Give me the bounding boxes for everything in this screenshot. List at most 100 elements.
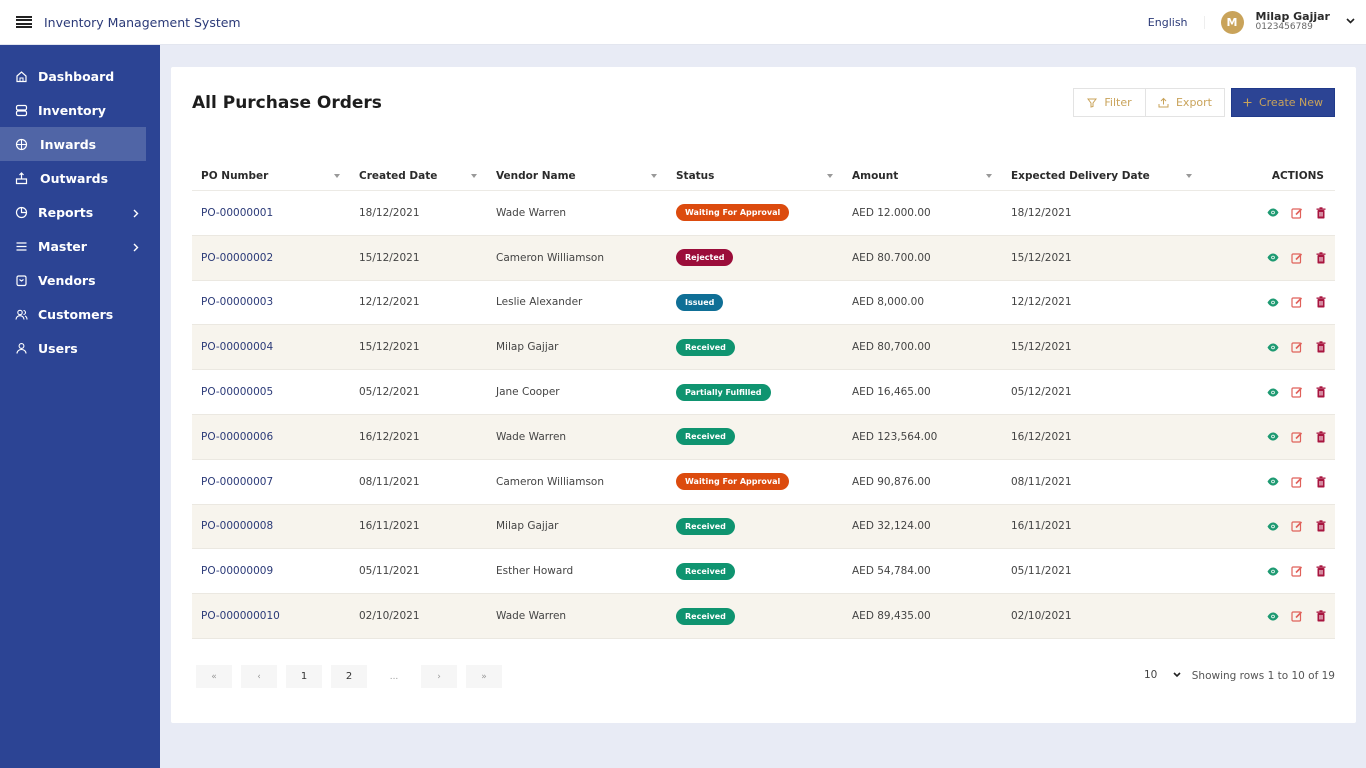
- view-icon[interactable]: [1266, 520, 1279, 533]
- amount: AED 32,124.00: [852, 520, 931, 533]
- sort-icon[interactable]: [827, 174, 833, 178]
- view-icon[interactable]: [1266, 296, 1279, 309]
- table-row[interactable]: PO-00000007 08/11/2021 Cameron Williamson W…: [192, 460, 1335, 505]
- edit-icon[interactable]: [1290, 251, 1303, 264]
- delete-icon[interactable]: [1314, 341, 1327, 354]
- sort-icon[interactable]: [651, 174, 657, 178]
- delete-icon[interactable]: [1314, 565, 1327, 578]
- po-number-link[interactable]: PO-000000010: [201, 610, 280, 622]
- po-number-link[interactable]: PO-00000005: [201, 386, 273, 398]
- sidebar-item-dashboard[interactable]: Dashboard: [0, 59, 160, 93]
- po-number-link[interactable]: PO-00000004: [201, 341, 273, 353]
- delete-icon[interactable]: [1314, 430, 1327, 443]
- hamburger-menu-icon[interactable]: [16, 16, 32, 28]
- table-row[interactable]: PO-00000005 05/12/2021 Jane Cooper Partiall…: [192, 370, 1335, 415]
- pagination: « ‹ 1 2 ... › »: [196, 665, 502, 688]
- user-info[interactable]: Milap Gajjar 0123456789: [1256, 10, 1330, 33]
- sidebar-item-label: Reports: [38, 204, 94, 220]
- status-badge: Issued: [676, 293, 724, 311]
- table-row[interactable]: PO-00000001 18/12/2021 Wade Warren Waiting …: [192, 191, 1335, 236]
- amount: AED 80.700.00: [852, 251, 931, 264]
- create-new-button[interactable]: Create New: [1231, 88, 1335, 117]
- sidebar-item-vendors[interactable]: Vendors: [0, 263, 160, 297]
- table-row[interactable]: PO-00000004 15/12/2021 Milap Gajjar Receive…: [192, 325, 1335, 371]
- next-page-button[interactable]: ›: [421, 665, 457, 688]
- table-row[interactable]: PO-00000008 16/11/2021 Milap Gajjar Receive…: [192, 504, 1335, 550]
- view-icon[interactable]: [1266, 206, 1279, 219]
- avatar[interactable]: M: [1220, 10, 1244, 34]
- vendor-name: Leslie Alexander: [496, 296, 583, 309]
- last-page-button[interactable]: »: [466, 665, 502, 688]
- export-button[interactable]: Export: [1146, 88, 1225, 117]
- po-number-link[interactable]: PO-00000003: [201, 296, 273, 308]
- po-number-link[interactable]: PO-00000006: [201, 431, 273, 443]
- delete-icon[interactable]: [1314, 475, 1327, 488]
- amount: AED 8,000.00: [852, 296, 924, 309]
- sidebar-item-reports[interactable]: Reports: [0, 195, 160, 229]
- table-row[interactable]: PO-00000003 12/12/2021 Leslie Alexander Iss…: [192, 281, 1335, 326]
- po-number-link[interactable]: PO-00000007: [201, 476, 273, 488]
- po-number-link[interactable]: PO-00000009: [201, 565, 273, 577]
- sidebar-item-inventory[interactable]: Inventory: [0, 93, 160, 127]
- sidebar-item-customers[interactable]: Customers: [0, 297, 160, 331]
- filter-button[interactable]: Filter: [1073, 88, 1146, 117]
- sort-icon[interactable]: [1186, 174, 1192, 178]
- sort-icon[interactable]: [986, 174, 992, 178]
- view-icon[interactable]: [1266, 610, 1279, 623]
- view-icon[interactable]: [1266, 475, 1279, 488]
- status-badge: Received: [676, 428, 735, 446]
- edit-icon[interactable]: [1290, 610, 1303, 623]
- create-new-label: Create New: [1258, 96, 1324, 109]
- edit-icon[interactable]: [1290, 341, 1303, 354]
- delete-icon[interactable]: [1314, 206, 1327, 219]
- po-number-link[interactable]: PO-00000008: [201, 520, 273, 532]
- delete-icon[interactable]: [1314, 520, 1327, 533]
- edit-icon[interactable]: [1290, 565, 1303, 578]
- po-number-link[interactable]: PO-00000001: [201, 207, 273, 219]
- view-icon[interactable]: [1266, 341, 1279, 354]
- created-date: 15/12/2021: [359, 341, 420, 354]
- prev-page-button[interactable]: ‹: [241, 665, 277, 688]
- language-selector[interactable]: English: [1148, 15, 1205, 29]
- view-icon[interactable]: [1266, 430, 1279, 443]
- page-button-1[interactable]: 1: [286, 665, 322, 688]
- chevron-down-icon[interactable]: [1346, 18, 1355, 26]
- column-header-status[interactable]: Status: [667, 161, 843, 190]
- first-page-button[interactable]: «: [196, 665, 232, 688]
- column-label: Amount: [852, 169, 899, 182]
- delete-icon[interactable]: [1314, 386, 1327, 399]
- view-icon[interactable]: [1266, 386, 1279, 399]
- po-number-link[interactable]: PO-00000002: [201, 252, 273, 264]
- sort-icon[interactable]: [334, 174, 340, 178]
- table-row[interactable]: PO-00000009 05/11/2021 Esther Howard Receiv…: [192, 549, 1335, 595]
- column-header-expected-delivery-date[interactable]: Expected Delivery Date: [1002, 161, 1202, 190]
- table-row[interactable]: PO-00000006 16/12/2021 Wade Warren Received…: [192, 414, 1335, 460]
- sort-icon[interactable]: [471, 174, 477, 178]
- table-row[interactable]: PO-00000002 15/12/2021 Cameron Williamson R…: [192, 235, 1335, 281]
- sidebar-item-master[interactable]: Master: [0, 229, 160, 263]
- delete-icon[interactable]: [1314, 610, 1327, 623]
- page-size-select[interactable]: 10: [1144, 669, 1181, 681]
- view-icon[interactable]: [1266, 251, 1279, 264]
- sidebar-item-users[interactable]: Users: [0, 331, 160, 365]
- edit-icon[interactable]: [1290, 386, 1303, 399]
- delete-icon[interactable]: [1314, 251, 1327, 264]
- table-row[interactable]: PO-000000010 02/10/2021 Wade Warren Receive…: [192, 594, 1335, 639]
- home-icon: [14, 69, 28, 83]
- edit-icon[interactable]: [1290, 206, 1303, 219]
- edit-icon[interactable]: [1290, 430, 1303, 443]
- page-button-2[interactable]: 2: [331, 665, 367, 688]
- column-header-po-number[interactable]: PO Number: [192, 161, 350, 190]
- sidebar-item-inwards[interactable]: Inwards: [0, 127, 146, 161]
- sidebar-item-outwards[interactable]: Outwards: [0, 161, 160, 195]
- created-date: 16/11/2021: [359, 520, 420, 533]
- view-icon[interactable]: [1266, 565, 1279, 578]
- edit-icon[interactable]: [1290, 296, 1303, 309]
- delete-icon[interactable]: [1314, 296, 1327, 309]
- edit-icon[interactable]: [1290, 520, 1303, 533]
- column-header-amount[interactable]: Amount: [843, 161, 1002, 190]
- expected-delivery-date: 16/12/2021: [1011, 430, 1072, 443]
- column-header-created-date[interactable]: Created Date: [350, 161, 487, 190]
- column-header-vendor-name[interactable]: Vendor Name: [487, 161, 667, 190]
- edit-icon[interactable]: [1290, 475, 1303, 488]
